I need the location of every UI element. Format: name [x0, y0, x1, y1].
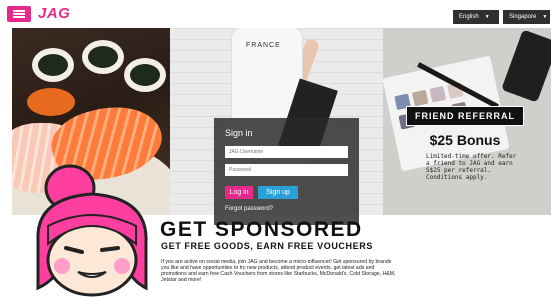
shirt-text: FRANCE — [246, 42, 281, 49]
caret-down-icon: ▼ — [484, 14, 490, 20]
menu-button[interactable] — [7, 6, 31, 22]
caret-down-icon: ▼ — [542, 14, 548, 20]
promo-headline: GET SPONSORED — [160, 218, 363, 241]
referral-title: FRIEND REFERRAL — [406, 106, 524, 126]
referral-bonus: $25 Bonus — [429, 132, 501, 148]
referral-line: S$25 per referral. — [426, 167, 492, 174]
referral-line: Conditions apply. — [426, 174, 488, 181]
menu-icon — [13, 10, 25, 18]
region-select-value: Singapore — [509, 14, 537, 20]
username-input[interactable] — [225, 146, 348, 158]
referral-line: Limited-time offer. Refer — [426, 153, 517, 160]
top-bar: JAG English ▼ Singapore ▼ — [0, 0, 551, 28]
login-button[interactable]: Log in — [225, 186, 253, 199]
referral-line: a friend to JAG and earn — [426, 160, 513, 167]
signin-panel: Sign in Log in Sign up Forgot password? — [214, 118, 359, 225]
logo[interactable]: JAG — [38, 5, 70, 22]
region-select[interactable]: Singapore ▼ — [503, 10, 550, 24]
promo-subhead: GET FREE GOODS, EARN FREE VOUCHERS — [161, 241, 373, 251]
signin-title: Sign in — [225, 128, 253, 138]
friend-referral-card[interactable]: FRIEND REFERRAL $25 Bonus Limited-time o… — [406, 106, 524, 212]
password-input[interactable] — [225, 164, 348, 176]
promo-body: If you are active on social media, join … — [161, 259, 396, 283]
mascot-illustration — [36, 164, 148, 297]
forgot-password-link[interactable]: Forgot password? — [225, 206, 273, 212]
language-select[interactable]: English ▼ — [453, 10, 499, 24]
referral-description: Limited-time offer. Refer a friend to JA… — [426, 153, 524, 181]
signup-button[interactable]: Sign up — [258, 186, 298, 199]
language-select-value: English — [459, 14, 479, 20]
